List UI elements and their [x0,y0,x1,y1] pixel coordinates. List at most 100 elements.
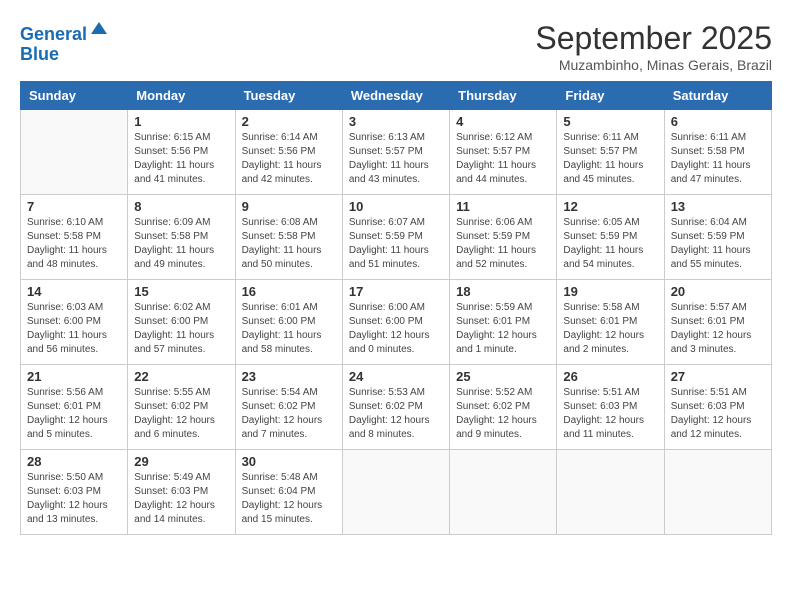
day-number: 16 [242,284,336,299]
day-number: 10 [349,199,443,214]
weekday-header-monday: Monday [128,82,235,110]
calendar-cell: 15 Sunrise: 6:02 AM Sunset: 6:00 PM Dayli… [128,280,235,365]
day-info: Sunrise: 6:12 AM Sunset: 5:57 PM Dayligh… [456,131,550,187]
day-info: Sunrise: 6:03 AM Sunset: 6:00 PM Dayligh… [27,301,121,357]
weekday-header-row: SundayMondayTuesdayWednesdayThursdayFrid… [21,82,772,110]
location-subtitle: Muzambinho, Minas Gerais, Brazil [535,57,772,73]
day-info: Sunrise: 6:04 AM Sunset: 5:59 PM Dayligh… [671,216,765,272]
calendar-cell: 23 Sunrise: 5:54 AM Sunset: 6:02 PM Dayli… [235,365,342,450]
day-number: 28 [27,454,121,469]
week-row-1: 1 Sunrise: 6:15 AM Sunset: 5:56 PM Daylig… [21,110,772,195]
calendar-table: SundayMondayTuesdayWednesdayThursdayFrid… [20,81,772,535]
title-block: September 2025 Muzambinho, Minas Gerais,… [535,20,772,73]
day-number: 15 [134,284,228,299]
day-info: Sunrise: 6:11 AM Sunset: 5:58 PM Dayligh… [671,131,765,187]
day-info: Sunrise: 6:15 AM Sunset: 5:56 PM Dayligh… [134,131,228,187]
week-row-3: 14Sunrise: 6:03 AM Sunset: 6:00 PM Dayli… [21,280,772,365]
day-info: Sunrise: 5:59 AM Sunset: 6:01 PM Dayligh… [456,301,550,357]
calendar-cell: 17Sunrise: 6:00 AM Sunset: 6:00 PM Dayli… [342,280,449,365]
day-info: Sunrise: 6:14 AM Sunset: 5:56 PM Dayligh… [242,131,336,187]
calendar-cell: 25 Sunrise: 5:52 AM Sunset: 6:02 PM Dayli… [450,365,557,450]
calendar-cell: 30Sunrise: 5:48 AM Sunset: 6:04 PM Dayli… [235,450,342,535]
logo: General Blue [20,20,109,65]
day-number: 27 [671,369,765,384]
day-number: 7 [27,199,121,214]
calendar-cell: 19 Sunrise: 5:58 AM Sunset: 6:01 PM Dayli… [557,280,664,365]
day-info: Sunrise: 6:06 AM Sunset: 5:59 PM Dayligh… [456,216,550,272]
day-number: 18 [456,284,550,299]
calendar-cell: 28 Sunrise: 5:50 AM Sunset: 6:03 PM Dayli… [21,450,128,535]
day-number: 24 [349,369,443,384]
day-info: Sunrise: 5:49 AM Sunset: 6:03 PM Dayligh… [134,471,228,527]
day-number: 26 [563,369,657,384]
day-number: 13 [671,199,765,214]
week-row-4: 21 Sunrise: 5:56 AM Sunset: 6:01 PM Dayli… [21,365,772,450]
calendar-cell: 2 Sunrise: 6:14 AM Sunset: 5:56 PM Daylig… [235,110,342,195]
logo-icon [89,20,109,40]
calendar-cell: 21 Sunrise: 5:56 AM Sunset: 6:01 PM Dayli… [21,365,128,450]
calendar-cell: 29 Sunrise: 5:49 AM Sunset: 6:03 PM Dayli… [128,450,235,535]
day-number: 29 [134,454,228,469]
page-header: General Blue September 2025 Muzambinho, … [20,20,772,73]
day-info: Sunrise: 6:05 AM Sunset: 5:59 PM Dayligh… [563,216,657,272]
calendar-cell [664,450,771,535]
day-info: Sunrise: 6:10 AM Sunset: 5:58 PM Dayligh… [27,216,121,272]
calendar-cell: 24 Sunrise: 5:53 AM Sunset: 6:02 PM Dayli… [342,365,449,450]
calendar-cell: 6 Sunrise: 6:11 AM Sunset: 5:58 PM Daylig… [664,110,771,195]
logo-text: General Blue [20,20,109,65]
logo-line1: General [20,24,87,44]
day-info: Sunrise: 6:02 AM Sunset: 6:00 PM Dayligh… [134,301,228,357]
month-title: September 2025 [535,20,772,57]
day-info: Sunrise: 5:53 AM Sunset: 6:02 PM Dayligh… [349,386,443,442]
day-number: 22 [134,369,228,384]
calendar-cell: 1 Sunrise: 6:15 AM Sunset: 5:56 PM Daylig… [128,110,235,195]
day-number: 4 [456,114,550,129]
day-number: 2 [242,114,336,129]
weekday-header-friday: Friday [557,82,664,110]
calendar-cell [21,110,128,195]
weekday-header-tuesday: Tuesday [235,82,342,110]
day-number: 1 [134,114,228,129]
calendar-cell: 13 Sunrise: 6:04 AM Sunset: 5:59 PM Dayli… [664,195,771,280]
calendar-cell: 8 Sunrise: 6:09 AM Sunset: 5:58 PM Daylig… [128,195,235,280]
day-info: Sunrise: 5:52 AM Sunset: 6:02 PM Dayligh… [456,386,550,442]
day-info: Sunrise: 5:51 AM Sunset: 6:03 PM Dayligh… [563,386,657,442]
day-info: Sunrise: 6:09 AM Sunset: 5:58 PM Dayligh… [134,216,228,272]
calendar-cell: 12Sunrise: 6:05 AM Sunset: 5:59 PM Dayli… [557,195,664,280]
calendar-cell [342,450,449,535]
calendar-cell: 27Sunrise: 5:51 AM Sunset: 6:03 PM Dayli… [664,365,771,450]
calendar-cell: 26 Sunrise: 5:51 AM Sunset: 6:03 PM Dayli… [557,365,664,450]
calendar-cell: 11Sunrise: 6:06 AM Sunset: 5:59 PM Dayli… [450,195,557,280]
day-number: 8 [134,199,228,214]
day-number: 9 [242,199,336,214]
day-number: 5 [563,114,657,129]
calendar-cell: 20 Sunrise: 5:57 AM Sunset: 6:01 PM Dayli… [664,280,771,365]
calendar-cell [557,450,664,535]
day-info: Sunrise: 5:50 AM Sunset: 6:03 PM Dayligh… [27,471,121,527]
day-info: Sunrise: 5:54 AM Sunset: 6:02 PM Dayligh… [242,386,336,442]
day-number: 23 [242,369,336,384]
day-number: 25 [456,369,550,384]
day-info: Sunrise: 6:11 AM Sunset: 5:57 PM Dayligh… [563,131,657,187]
day-info: Sunrise: 5:58 AM Sunset: 6:01 PM Dayligh… [563,301,657,357]
calendar-cell: 14Sunrise: 6:03 AM Sunset: 6:00 PM Dayli… [21,280,128,365]
day-info: Sunrise: 5:55 AM Sunset: 6:02 PM Dayligh… [134,386,228,442]
weekday-header-sunday: Sunday [21,82,128,110]
calendar-cell: 9 Sunrise: 6:08 AM Sunset: 5:58 PM Daylig… [235,195,342,280]
day-info: Sunrise: 5:56 AM Sunset: 6:01 PM Dayligh… [27,386,121,442]
day-number: 20 [671,284,765,299]
calendar-cell: 5 Sunrise: 6:11 AM Sunset: 5:57 PM Daylig… [557,110,664,195]
day-info: Sunrise: 5:48 AM Sunset: 6:04 PM Dayligh… [242,471,336,527]
weekday-header-saturday: Saturday [664,82,771,110]
day-number: 19 [563,284,657,299]
day-number: 6 [671,114,765,129]
day-number: 3 [349,114,443,129]
day-info: Sunrise: 5:57 AM Sunset: 6:01 PM Dayligh… [671,301,765,357]
calendar-cell: 7 Sunrise: 6:10 AM Sunset: 5:58 PM Daylig… [21,195,128,280]
weekday-header-thursday: Thursday [450,82,557,110]
calendar-cell: 18 Sunrise: 5:59 AM Sunset: 6:01 PM Dayli… [450,280,557,365]
day-number: 21 [27,369,121,384]
day-number: 17 [349,284,443,299]
day-info: Sunrise: 6:13 AM Sunset: 5:57 PM Dayligh… [349,131,443,187]
day-info: Sunrise: 6:08 AM Sunset: 5:58 PM Dayligh… [242,216,336,272]
